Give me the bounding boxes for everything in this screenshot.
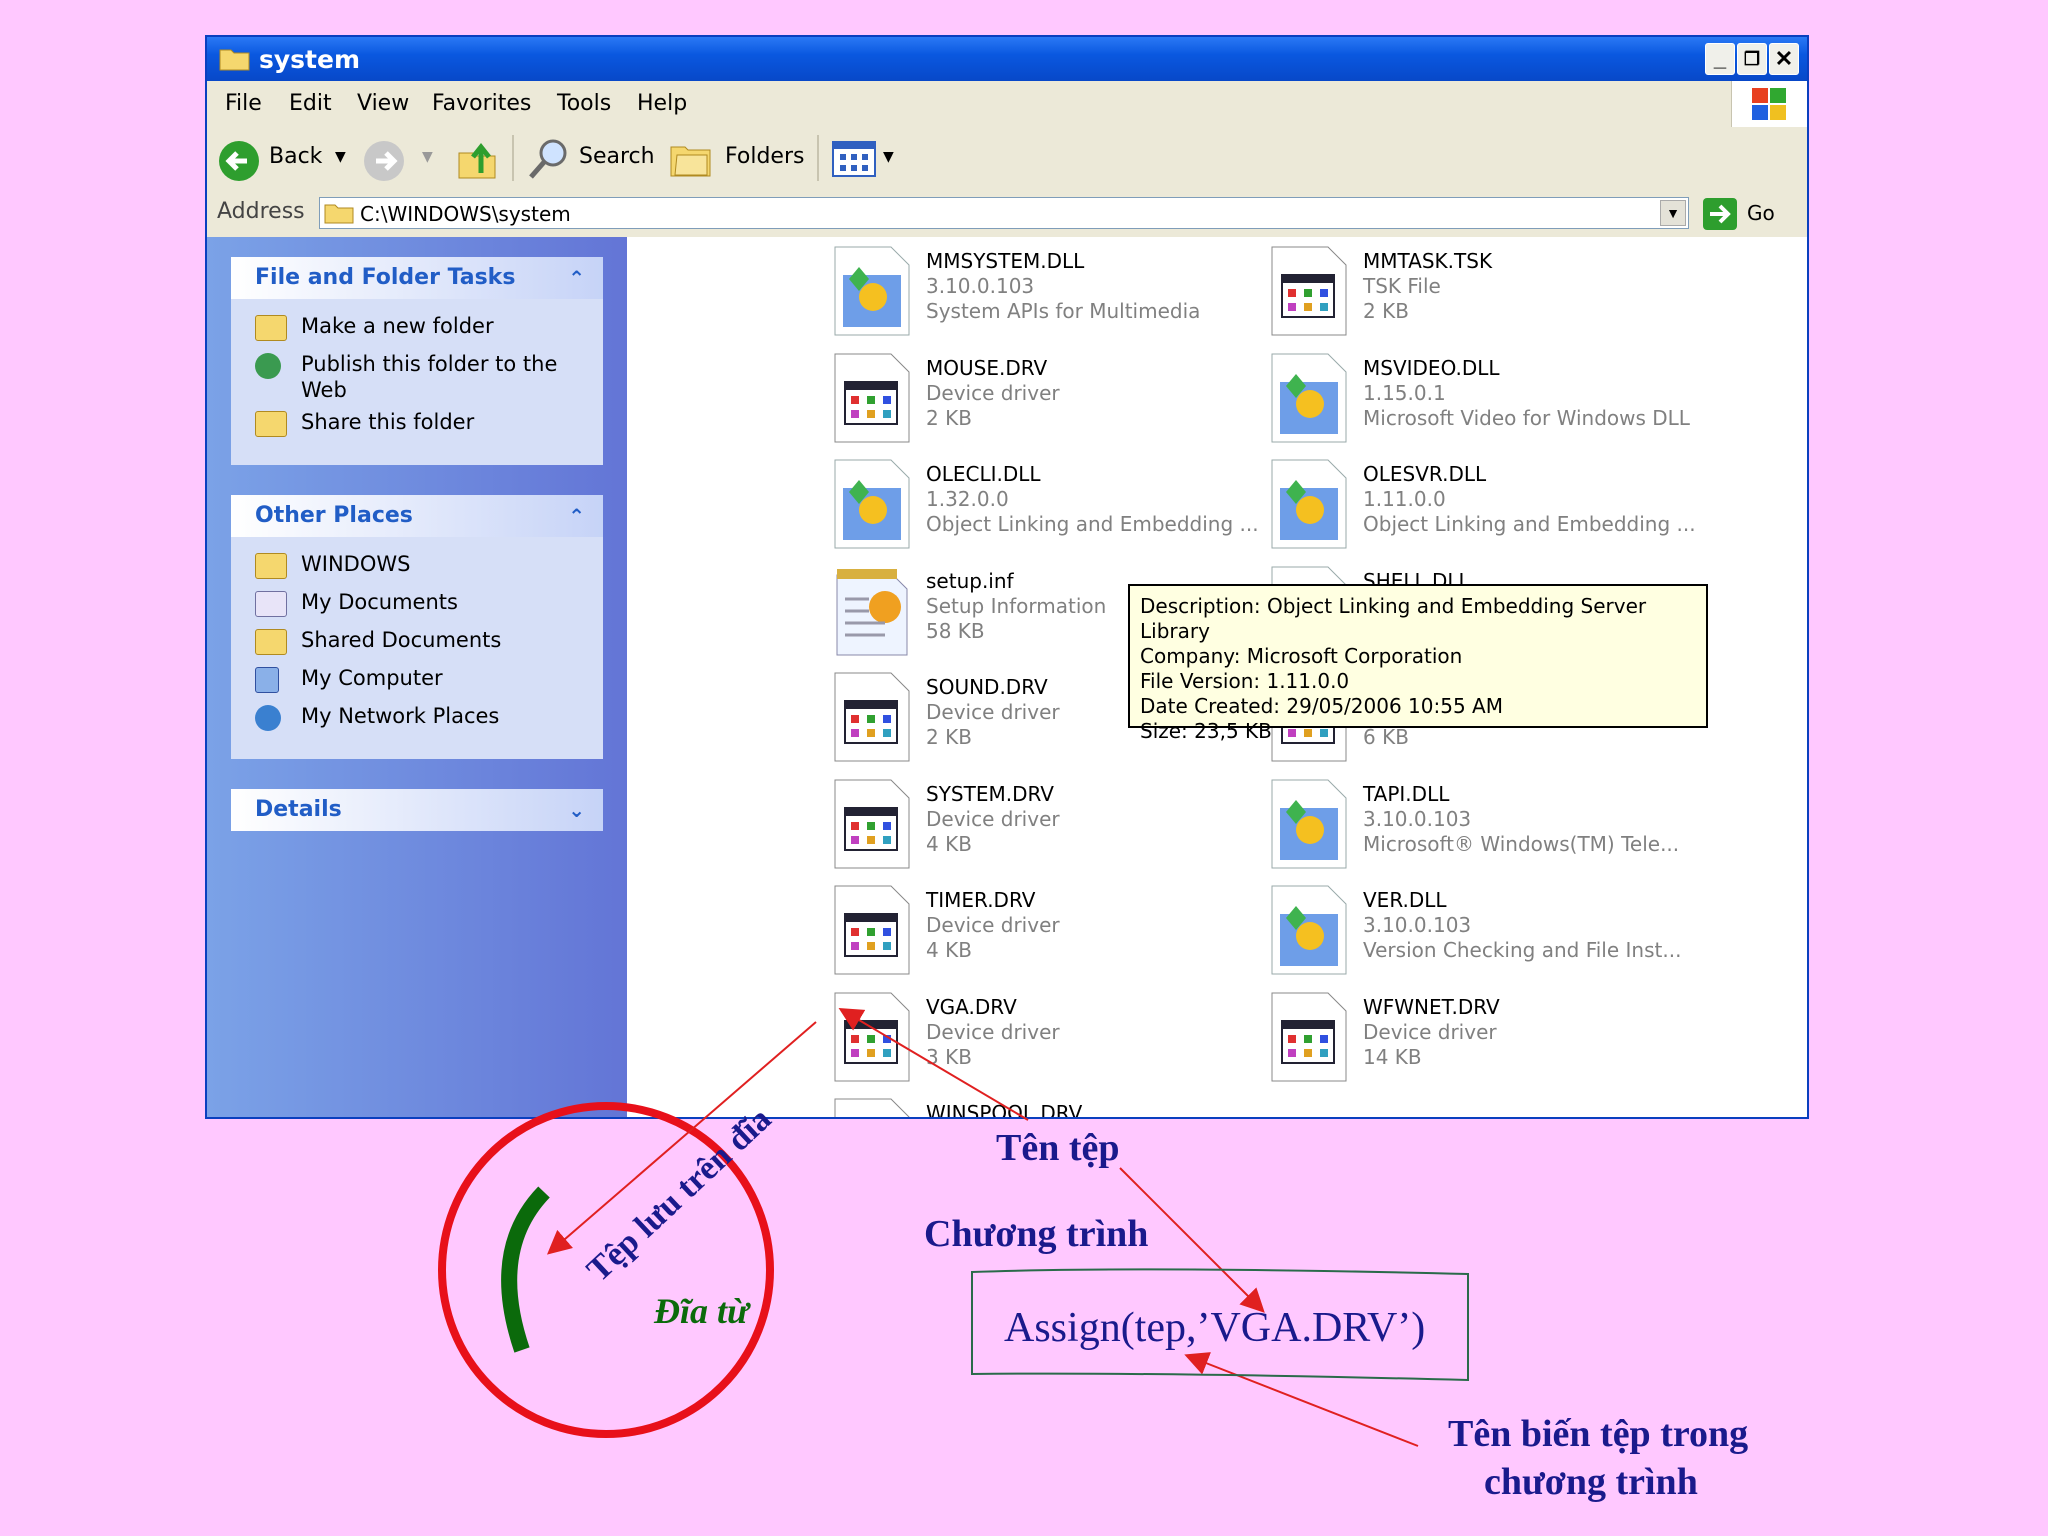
ten-bien-label-1: Tên biến tệp trong: [1448, 1413, 1749, 1455]
tooltip-size: Size: 23,5 KB: [1140, 719, 1272, 743]
disk-label: Đĩa từ: [654, 1291, 749, 1331]
disk-track-arc: [501, 1186, 550, 1353]
assign-statement: Assign(tep,’VGA.DRV’): [1004, 1305, 1426, 1351]
tooltip-date: Date Created: 29/05/2006 10:55 AM: [1140, 694, 1503, 718]
ten-tep-label: Tên tệp: [996, 1127, 1120, 1169]
ten-bien-label-2: chương trình: [1484, 1461, 1698, 1503]
tooltip-company: Company: Microsoft Corporation: [1140, 644, 1463, 668]
arrow-filename: [838, 1007, 1029, 1121]
tooltip-version: File Version: 1.11.0.0: [1140, 669, 1350, 693]
tooltip-description: Description: Object Linking and Embeddin…: [1140, 594, 1647, 643]
file-tooltip: Description: Object Linking and Embeddin…: [1128, 584, 1708, 743]
chuong-trinh-label: Chương trình: [924, 1213, 1149, 1255]
arrow-variable: [1184, 1352, 1419, 1447]
